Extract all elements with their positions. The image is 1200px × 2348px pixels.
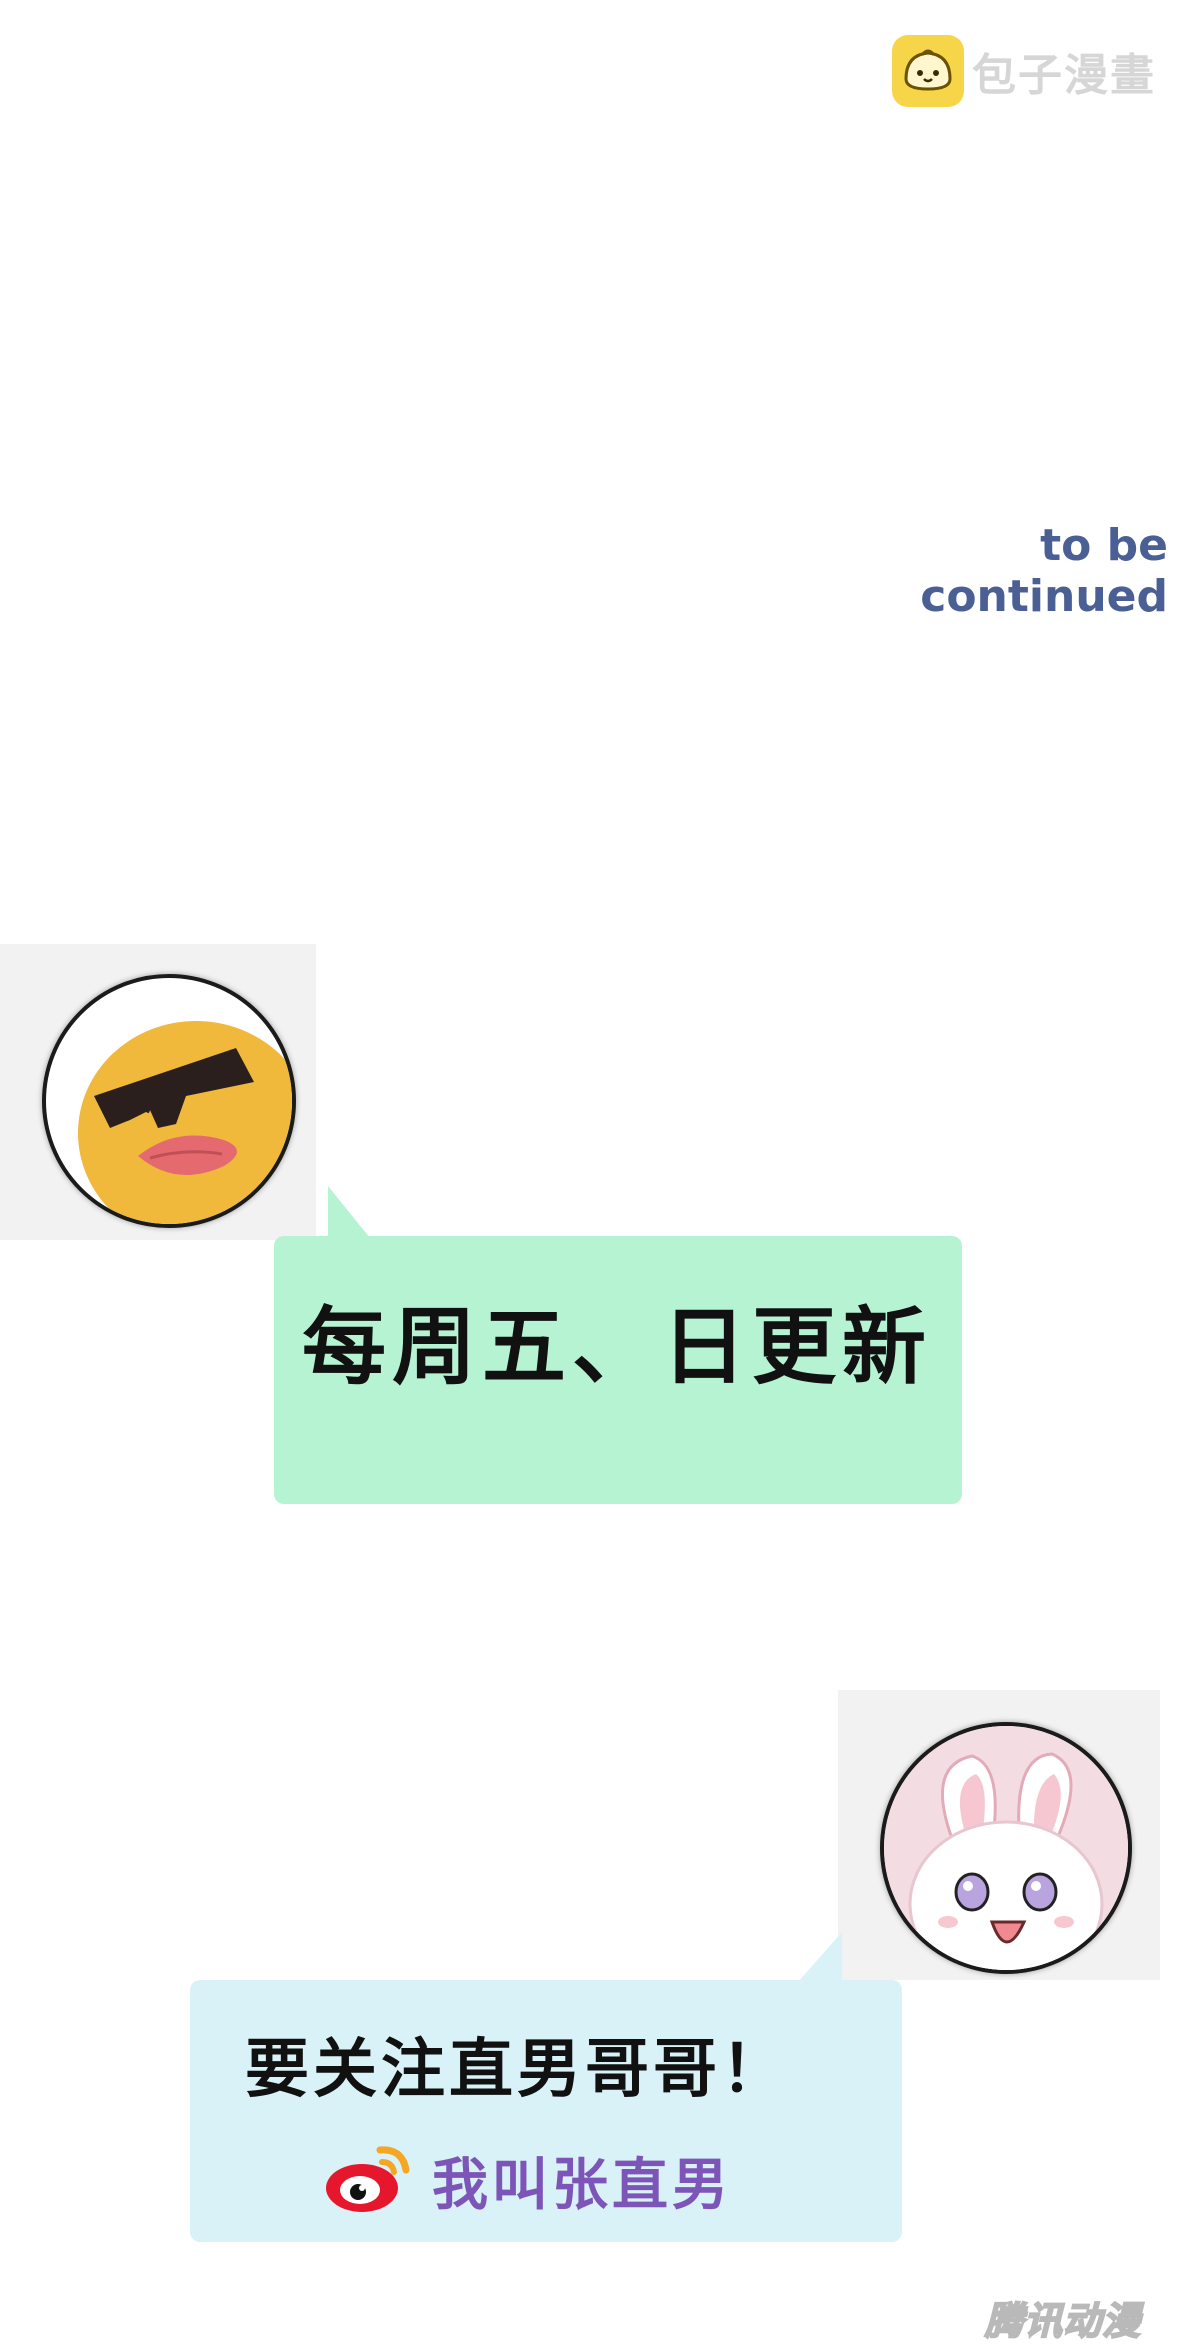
follow-text: 要关注直男哥哥！ <box>245 2033 789 2107</box>
weibo-icon <box>322 2140 414 2220</box>
bun-icon <box>892 35 964 107</box>
bubble-tail-green <box>328 1186 370 1238</box>
sunglasses-duck-avatar <box>42 974 296 1228</box>
watermark-text: 包子漫畫 <box>972 50 1156 101</box>
weibo-handle[interactable]: 我叫张直男 <box>322 2140 732 2220</box>
to-be-continued-text: to be continued <box>920 520 1168 622</box>
bottom-watermark: 腾讯动漫 <box>984 2298 1142 2344</box>
top-watermark: 包子漫畫 <box>892 34 1156 108</box>
bubble-tail-blue <box>798 1932 842 1982</box>
weibo-name: 我叫张直男 <box>432 2152 732 2218</box>
bunny-avatar <box>880 1722 1132 1974</box>
update-schedule-text: 每周五、日更新 <box>301 1298 932 1396</box>
